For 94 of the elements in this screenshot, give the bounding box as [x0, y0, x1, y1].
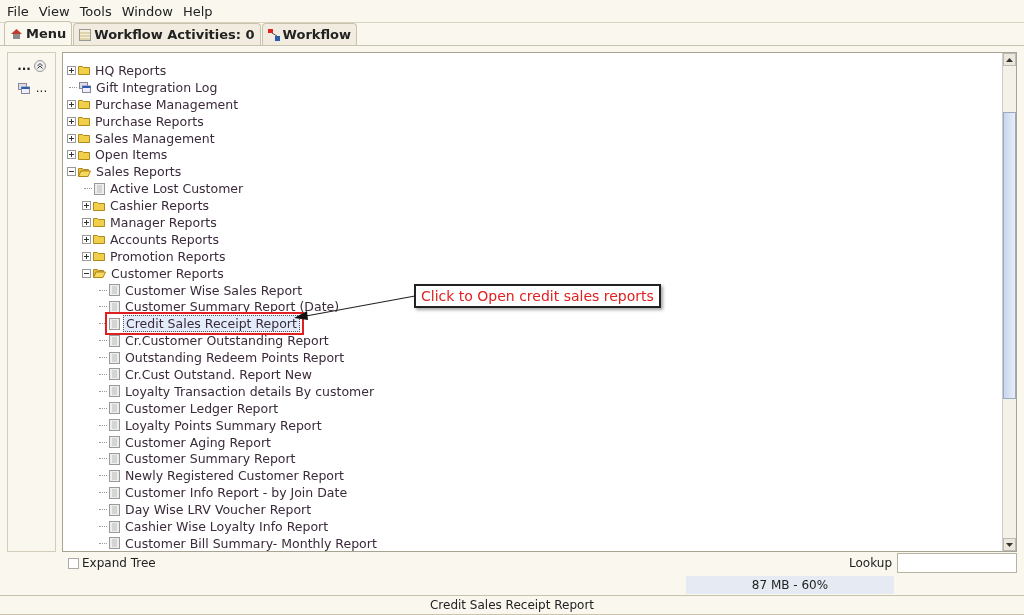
menu-item[interactable]: View — [33, 1, 75, 21]
tree-item[interactable]: Open Items — [93, 147, 170, 163]
folder-icon — [93, 234, 105, 245]
tab[interactable]: Menu — [4, 21, 73, 45]
document-icon — [109, 469, 120, 482]
document-icon — [109, 486, 120, 499]
lookup-field[interactable] — [897, 553, 1017, 573]
document-icon — [109, 385, 120, 398]
tree-item[interactable]: Promotion Reports — [108, 248, 228, 264]
expand-toggle[interactable] — [82, 251, 91, 261]
menu-item[interactable]: File — [2, 1, 34, 21]
document-icon — [109, 300, 120, 313]
tree-item[interactable]: Customer Aging Report — [123, 434, 273, 450]
expand-toggle[interactable] — [82, 234, 91, 244]
tree-item[interactable]: Sales Management — [93, 130, 217, 146]
tree-item[interactable]: Credit Sales Receipt Report — [123, 315, 300, 333]
document-icon — [94, 182, 105, 195]
callout-note: Click to Open credit sales reports — [414, 284, 661, 308]
tab[interactable]: Workflow — [261, 23, 358, 45]
home-icon — [10, 27, 23, 40]
tree-item[interactable]: Active Lost Customer — [108, 181, 246, 197]
expand-toggle[interactable] — [82, 201, 91, 211]
document-icon — [109, 419, 120, 432]
panel-item[interactable]: ... — [35, 81, 48, 95]
tree-item[interactable]: Cr.Customer Outstanding Report — [123, 333, 331, 349]
collapse-toggle[interactable] — [67, 167, 76, 177]
document-icon — [109, 402, 120, 415]
menu-item[interactable]: Help — [177, 1, 218, 21]
tree-item[interactable]: Customer Bill Summary- Monthly Report — [123, 535, 379, 551]
menu-item[interactable]: Tools — [74, 1, 117, 21]
tree-item[interactable]: Purchase Reports — [93, 113, 206, 129]
expand-toggle[interactable] — [67, 133, 76, 143]
open-folder-icon — [78, 166, 91, 177]
document-icon — [109, 351, 120, 364]
collapse-toggle[interactable] — [82, 268, 91, 278]
tree-item[interactable]: Cr.Cust Outstand. Report New — [123, 367, 314, 382]
tree-item[interactable]: Customer Wise Sales Report — [123, 282, 305, 298]
tree-item[interactable]: Newly Registered Customer Report — [123, 468, 347, 484]
document-icon — [109, 452, 120, 465]
tree-item[interactable]: Customer Summary Report (Date) — [123, 299, 342, 315]
scroll-down-icon[interactable] — [1006, 542, 1013, 547]
tree-item[interactable]: Day Wise LRV Voucher Report — [123, 502, 314, 518]
folder-icon — [78, 149, 90, 160]
collapse-icon[interactable] — [33, 60, 46, 72]
tree-item[interactable]: Purchase Management — [93, 96, 241, 112]
windows-icon — [79, 81, 91, 93]
panel-title: ... — [17, 59, 31, 73]
open-folder-icon — [93, 268, 106, 279]
document-icon — [109, 368, 120, 381]
tree-item[interactable]: HQ Reports — [93, 62, 169, 78]
folder-icon — [78, 99, 90, 110]
tree-item[interactable]: Customer Info Report - by Join Date — [123, 485, 350, 501]
checkbox-label: Expand Tree — [82, 556, 156, 570]
expand-toggle[interactable] — [67, 65, 76, 75]
scroll-thumb[interactable] — [1003, 112, 1016, 399]
tree-item[interactable]: Loyalty Points Summary Report — [123, 417, 324, 433]
expand-toggle[interactable] — [67, 150, 76, 160]
memory-indicator: 87 MB - 60% — [686, 576, 894, 594]
tree-item[interactable]: Customer Ledger Report — [123, 400, 281, 416]
folder-icon — [93, 217, 105, 228]
document-icon — [109, 520, 120, 533]
windows-icon — [17, 82, 30, 94]
table-icon — [79, 28, 92, 41]
folder-icon — [93, 200, 105, 211]
document-icon — [109, 537, 120, 550]
tree-item[interactable]: Manager Reports — [108, 214, 219, 230]
document-icon — [109, 503, 120, 516]
expand-toggle[interactable] — [82, 217, 91, 227]
folder-icon — [78, 133, 90, 143]
document-icon — [109, 334, 120, 347]
tab[interactable]: Workflow Activities: 0 — [73, 23, 261, 45]
document-icon — [109, 317, 120, 330]
document-icon — [109, 284, 120, 297]
tree-item[interactable]: Gift Integration Log — [94, 79, 220, 95]
scroll-up-icon[interactable] — [1006, 57, 1013, 62]
document-icon — [109, 436, 120, 449]
tree-item[interactable]: Customer Reports — [109, 265, 226, 281]
tree-item[interactable]: Cashier Wise Loyalty Info Report — [123, 519, 331, 534]
tree-item[interactable]: Loyalty Transaction details By customer — [123, 383, 377, 399]
tree-item[interactable]: Outstanding Redeem Points Report — [123, 350, 347, 366]
tree-item[interactable]: Sales Reports — [94, 164, 184, 180]
expand-toggle[interactable] — [67, 116, 76, 126]
folder-icon — [78, 116, 90, 127]
tree-item[interactable]: Customer Summary Report — [123, 451, 298, 467]
status-bar: Credit Sales Receipt Report — [0, 595, 1024, 615]
tree-item[interactable]: Accounts Reports — [108, 231, 221, 247]
lookup-label: Lookup — [849, 556, 892, 570]
tree-item[interactable]: Cashier Reports — [108, 198, 212, 214]
folder-icon — [93, 251, 105, 262]
folder-icon — [78, 65, 90, 76]
menu-item[interactable]: Window — [116, 1, 178, 21]
workflow-icon — [267, 28, 280, 41]
expand-toggle[interactable] — [67, 99, 76, 109]
checkbox[interactable] — [68, 557, 79, 569]
